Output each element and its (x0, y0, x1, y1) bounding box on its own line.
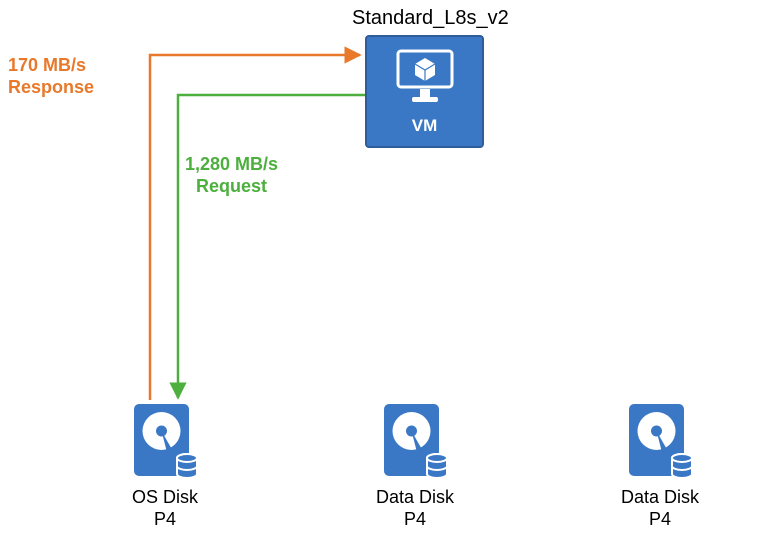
request-arrow (178, 95, 365, 398)
response-caption: Response (8, 77, 94, 99)
request-caption: Request (185, 176, 278, 198)
disk-name-label: OS Disk (110, 487, 220, 509)
vm-node: VM (365, 35, 484, 148)
request-rate: 1,280 MB/s (185, 154, 278, 176)
disk-node (625, 402, 695, 482)
disk-sku-label: P4 (360, 509, 470, 531)
disk-drive-icon (380, 469, 450, 486)
disk-name-label: Data Disk (360, 487, 470, 509)
response-rate: 170 MB/s (8, 55, 94, 77)
disk-name-label: Data Disk (605, 487, 715, 509)
vm-label: VM (412, 116, 438, 136)
disk-sku-label: P4 (110, 509, 220, 531)
response-arrow (150, 55, 360, 400)
disk-node (130, 402, 200, 482)
disk-sku-label: P4 (605, 509, 715, 531)
response-label: 170 MB/s Response (8, 55, 94, 98)
disk-drive-icon (130, 469, 200, 486)
vm-monitor-icon (394, 47, 456, 110)
disk-drive-icon (625, 469, 695, 486)
vm-sku-title: Standard_L8s_v2 (352, 6, 509, 30)
disk-node (380, 402, 450, 482)
request-label: 1,280 MB/s Request (185, 154, 278, 197)
